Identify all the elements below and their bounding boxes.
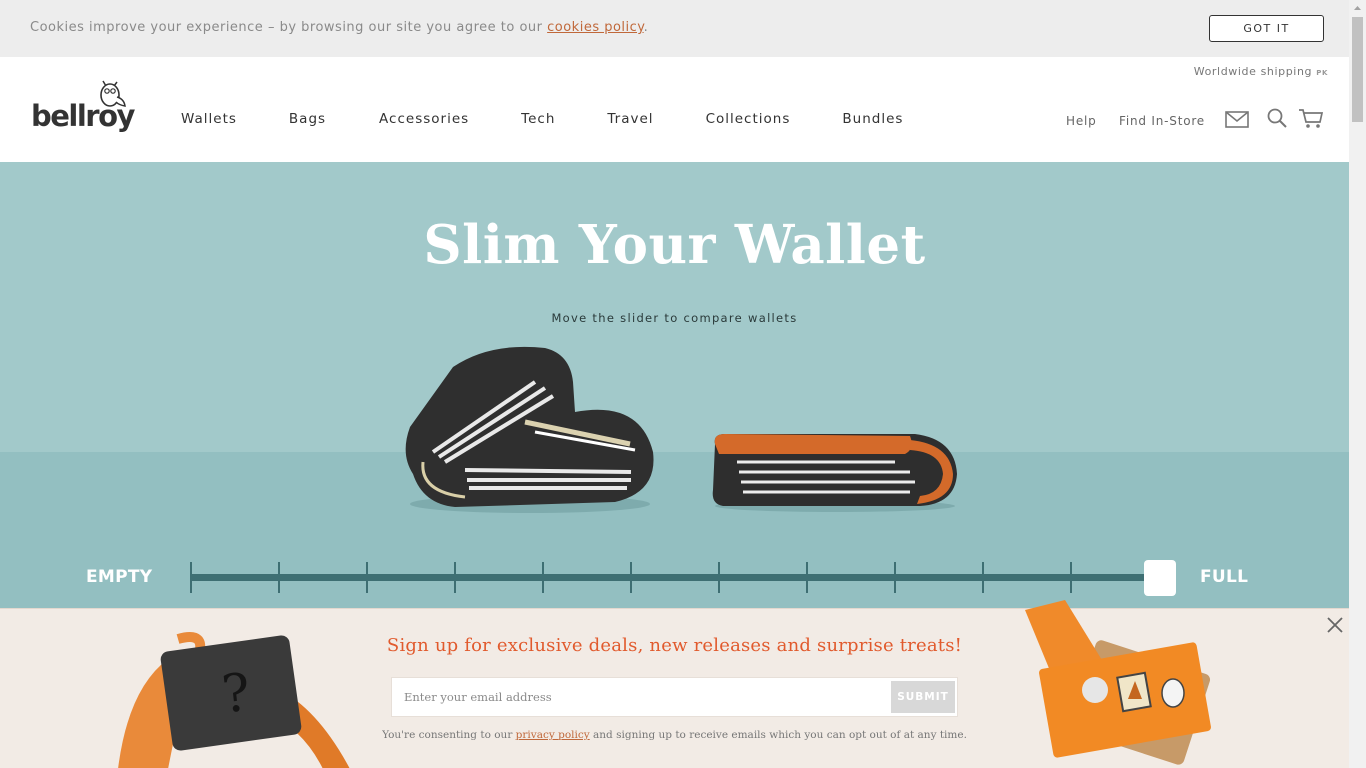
cookie-message: Cookies improve your experience – by bro… bbox=[30, 20, 548, 35]
slim-wallet-image bbox=[712, 434, 957, 512]
enamel-pins-image bbox=[1025, 600, 1211, 765]
slider-empty-label: EMPTY bbox=[86, 567, 153, 587]
nav-tech[interactable]: Tech bbox=[521, 111, 555, 127]
main-nav: Wallets Bags Accessories Tech Travel Col… bbox=[181, 111, 903, 127]
consent-suffix: and signing up to receive emails which y… bbox=[589, 729, 967, 741]
help-link[interactable]: Help bbox=[1066, 114, 1097, 128]
nav-bags[interactable]: Bags bbox=[289, 111, 326, 127]
nav-wallets[interactable]: Wallets bbox=[181, 111, 237, 127]
bellroy-logo[interactable]: bellroy bbox=[31, 77, 135, 139]
submit-button[interactable]: SUBMIT bbox=[891, 681, 955, 713]
worldwide-shipping[interactable]: Worldwide shipping PK bbox=[1194, 65, 1328, 78]
cookie-suffix: . bbox=[643, 20, 649, 35]
site-header: bellroy Worldwide shipping PK Wallets Ba… bbox=[0, 57, 1349, 162]
shipping-label: Worldwide shipping bbox=[1193, 65, 1313, 78]
slider-full-label: FULL bbox=[1200, 567, 1249, 587]
slider-tick bbox=[894, 562, 896, 593]
got-it-button[interactable]: GOT IT bbox=[1209, 15, 1324, 42]
cookies-policy-link[interactable]: cookies policy bbox=[547, 20, 644, 35]
consent-prefix: You're consenting to our bbox=[382, 729, 516, 741]
slider-handle[interactable] bbox=[1144, 560, 1176, 596]
email-input[interactable] bbox=[392, 678, 889, 716]
privacy-policy-link[interactable]: privacy policy bbox=[516, 729, 590, 741]
hero-subtitle: Move the slider to compare wallets bbox=[551, 311, 798, 325]
slider-tick bbox=[366, 562, 368, 593]
slider-tick bbox=[454, 562, 456, 593]
logo-text: bellroy bbox=[31, 99, 135, 133]
nav-collections[interactable]: Collections bbox=[706, 111, 791, 127]
nav-travel[interactable]: Travel bbox=[607, 111, 653, 127]
slider-tick bbox=[278, 562, 280, 593]
slider-tick bbox=[542, 562, 544, 593]
shipping-country-code: PK bbox=[1316, 69, 1328, 77]
email-form: SUBMIT bbox=[391, 677, 958, 717]
slider-tick bbox=[982, 562, 984, 593]
cookie-text: Cookies improve your experience – by bro… bbox=[30, 20, 648, 35]
bulky-wallet-image bbox=[405, 346, 654, 513]
close-icon[interactable] bbox=[1325, 615, 1345, 635]
scroll-thumb[interactable] bbox=[1352, 17, 1363, 122]
newsletter-signup-popup: ? Sign up for exclusive deals, new relea… bbox=[0, 600, 1349, 768]
cart-icon[interactable] bbox=[1298, 108, 1324, 129]
nav-accessories[interactable]: Accessories bbox=[379, 111, 469, 127]
slider-tick bbox=[718, 562, 720, 593]
mail-icon[interactable] bbox=[1225, 111, 1249, 128]
wallet-fullness-slider[interactable] bbox=[190, 560, 1176, 596]
slider-tick bbox=[190, 562, 192, 593]
scroll-up-arrow-icon[interactable] bbox=[1349, 0, 1366, 17]
slider-tick bbox=[1070, 562, 1072, 593]
find-in-store-link[interactable]: Find In-Store bbox=[1119, 114, 1205, 128]
nav-bundles[interactable]: Bundles bbox=[842, 111, 903, 127]
hero-section: Slim Your Wallet Move the slider to comp… bbox=[0, 162, 1349, 608]
page-scrollbar[interactable] bbox=[1349, 0, 1366, 768]
cookie-banner: Cookies improve your experience – by bro… bbox=[0, 0, 1349, 57]
hero-title: Slim Your Wallet bbox=[423, 214, 926, 276]
search-icon[interactable] bbox=[1267, 108, 1287, 128]
slider-tick bbox=[630, 562, 632, 593]
slider-track[interactable] bbox=[190, 574, 1152, 581]
slider-tick bbox=[806, 562, 808, 593]
